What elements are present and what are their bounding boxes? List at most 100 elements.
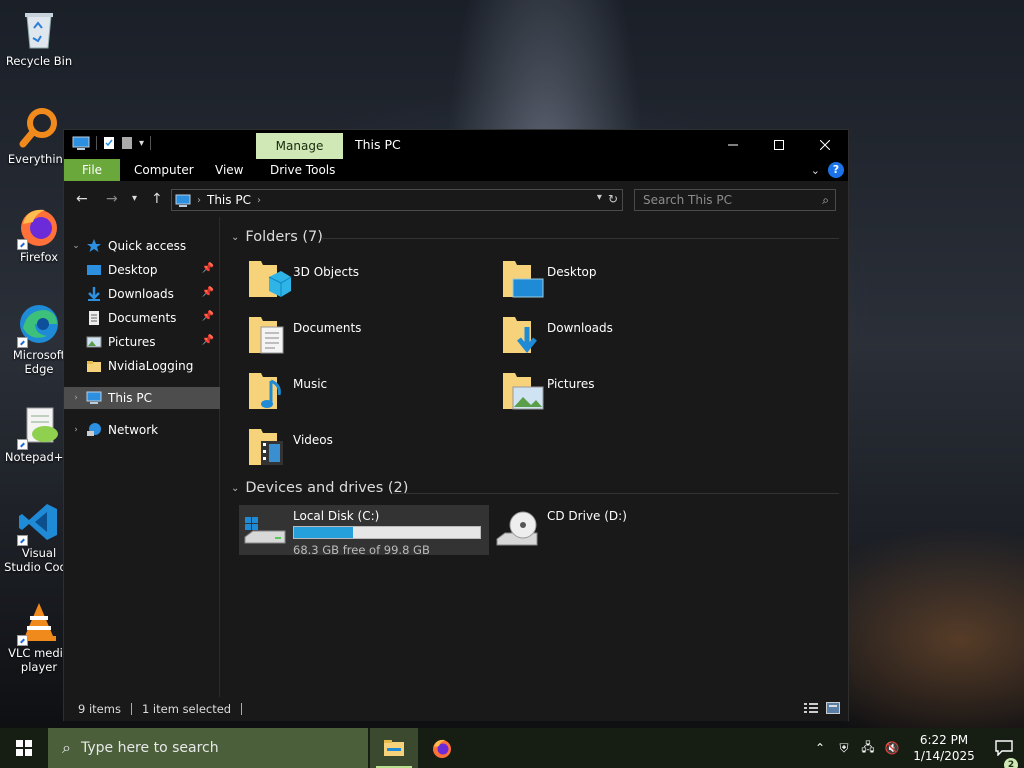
breadcrumb-this-pc[interactable]: This PC [207, 193, 251, 207]
folder-tile-desktop[interactable]: Desktop [501, 257, 741, 307]
address-history-chevron-icon[interactable]: ▾ [597, 192, 602, 206]
network-status-icon[interactable]: 🖧 [856, 738, 880, 759]
search-icon: ⌕ [62, 738, 71, 757]
drive-label: CD Drive (D:) [547, 509, 627, 523]
volume-muted-icon[interactable]: 🔇 [880, 741, 904, 755]
nav-item-network[interactable]: › Network [64, 419, 220, 441]
forward-arrow-icon[interactable]: → [106, 191, 118, 207]
nav-item-desktop[interactable]: Desktop 📌 [64, 259, 220, 281]
network-icon [86, 422, 102, 438]
system-tray: ⌃ ⛨ 🖧 🔇 6:22 PM 1/14/2025 2 [808, 728, 1024, 768]
folder-3d-objects-icon [247, 257, 292, 301]
nav-label: Downloads [108, 287, 174, 301]
nav-item-downloads[interactable]: Downloads 📌 [64, 283, 220, 305]
maximize-button[interactable] [756, 130, 802, 159]
download-arrow-icon [86, 286, 102, 302]
close-icon [820, 139, 830, 150]
tab-drive-tools[interactable]: Drive Tools [270, 159, 335, 181]
cd-drive-icon [493, 505, 543, 555]
pin-icon: 📌 [201, 311, 214, 322]
edge-icon [17, 302, 61, 348]
folder-tile-3d-objects[interactable]: 3D Objects [247, 257, 487, 307]
notepadpp-icon [17, 404, 61, 450]
clock[interactable]: 6:22 PM 1/14/2025 [904, 732, 984, 764]
drive-usage-bar [293, 526, 481, 539]
taskbar-file-explorer[interactable] [370, 728, 418, 768]
search-box[interactable]: Search This PC ⌕ [634, 189, 836, 211]
expand-chevron-icon[interactable]: › [70, 393, 82, 403]
refresh-icon[interactable]: ↻ [608, 192, 618, 206]
ribbon-tabs: File Computer View Drive Tools ⌄ ? [64, 159, 848, 181]
nav-item-this-pc[interactable]: › This PC [64, 387, 220, 409]
nav-item-nvidialogging[interactable]: NvidiaLogging [64, 355, 220, 377]
item-count: 9 items [78, 702, 121, 716]
drive-tile-cd-drive-d[interactable]: CD Drive (D:) [493, 505, 743, 555]
back-arrow-icon[interactable]: ← [76, 191, 88, 207]
folder-label: Pictures [547, 377, 595, 391]
tab-file[interactable]: File [64, 159, 120, 181]
recent-locations-chevron-icon[interactable]: ▾ [132, 193, 137, 204]
security-alert-icon[interactable]: ⛨ [832, 741, 856, 756]
show-hidden-icons-chevron-icon[interactable]: ⌃ [808, 741, 832, 755]
properties-icon[interactable] [103, 136, 115, 150]
taskbar-search-box[interactable]: ⌕ Type here to search [48, 728, 368, 768]
tab-manage[interactable]: Manage [256, 133, 343, 159]
document-icon [86, 310, 102, 326]
close-button[interactable] [802, 130, 848, 159]
up-arrow-icon[interactable]: ↑ [151, 191, 163, 207]
start-button[interactable] [0, 728, 48, 768]
taskbar-firefox[interactable] [418, 728, 466, 768]
nav-label: Pictures [108, 335, 156, 349]
new-folder-icon[interactable] [121, 136, 133, 150]
breadcrumb-chevron-icon[interactable]: › [257, 195, 261, 206]
group-header-folders[interactable]: ⌄ Folders (7) [231, 229, 323, 245]
expand-chevron-icon[interactable]: ⌄ [70, 241, 82, 251]
folder-tile-music[interactable]: Music [247, 369, 487, 419]
this-pc-icon [86, 390, 102, 406]
folder-desktop-icon [501, 257, 545, 301]
taskbar-search-placeholder: Type here to search [80, 740, 219, 756]
toolbar-separator [96, 136, 97, 150]
minimize-button[interactable] [710, 130, 756, 159]
address-bar[interactable]: › This PC › ▾ ↻ [171, 189, 623, 211]
this-pc-icon [175, 194, 191, 207]
tab-computer[interactable]: Computer [134, 159, 194, 181]
status-bar: 9 items 1 item selected [64, 697, 848, 721]
pictures-icon [86, 334, 102, 350]
title-bar[interactable]: ▾ Manage This PC [64, 130, 848, 159]
breadcrumb-chevron-icon[interactable]: › [197, 195, 201, 206]
everything-search-icon [17, 106, 61, 150]
folder-tile-downloads[interactable]: Downloads [501, 313, 741, 363]
details-view-icon[interactable] [804, 702, 818, 714]
collapse-chevron-icon[interactable]: ⌄ [231, 483, 239, 494]
customize-toolbar-chevron-icon[interactable]: ▾ [139, 138, 144, 149]
desktop-icon-recycle-bin[interactable]: Recycle Bin [4, 8, 74, 68]
group-divider [393, 493, 839, 494]
nav-item-pictures[interactable]: Pictures 📌 [64, 331, 220, 353]
folder-tile-pictures[interactable]: Pictures [501, 369, 741, 419]
folder-documents-icon [247, 313, 291, 357]
drive-tile-local-disk-c[interactable]: Local Disk (C:) 68.3 GB free of 99.8 GB [239, 505, 489, 557]
folder-tile-videos[interactable]: Videos [247, 425, 487, 475]
expand-chevron-icon[interactable]: › [70, 425, 82, 435]
notification-center-button[interactable]: 2 [984, 740, 1024, 768]
nav-item-quick-access[interactable]: ⌄ Quick access [64, 235, 220, 257]
hard-drive-icon [239, 505, 289, 555]
notification-icon [995, 740, 1013, 756]
folder-tile-documents[interactable]: Documents [247, 313, 487, 363]
file-explorer-icon [384, 740, 404, 756]
file-explorer-window[interactable]: ▾ Manage This PC File Computer View Driv… [63, 129, 849, 721]
group-header-devices[interactable]: ⌄ Devices and drives (2) [231, 480, 408, 496]
tiles-view-icon[interactable] [826, 702, 840, 714]
expand-ribbon-chevron-icon[interactable]: ⌄ [811, 164, 820, 177]
folder-icon [86, 358, 102, 374]
folder-label: 3D Objects [293, 265, 360, 279]
nav-label: This PC [108, 391, 152, 405]
collapse-chevron-icon[interactable]: ⌄ [231, 232, 239, 243]
help-icon[interactable]: ? [828, 162, 844, 178]
nav-item-documents[interactable]: Documents 📌 [64, 307, 220, 329]
shortcut-arrow-icon [17, 439, 28, 450]
tab-view[interactable]: View [215, 159, 243, 181]
shortcut-arrow-icon [17, 239, 28, 250]
nav-label: NvidiaLogging [108, 359, 194, 373]
